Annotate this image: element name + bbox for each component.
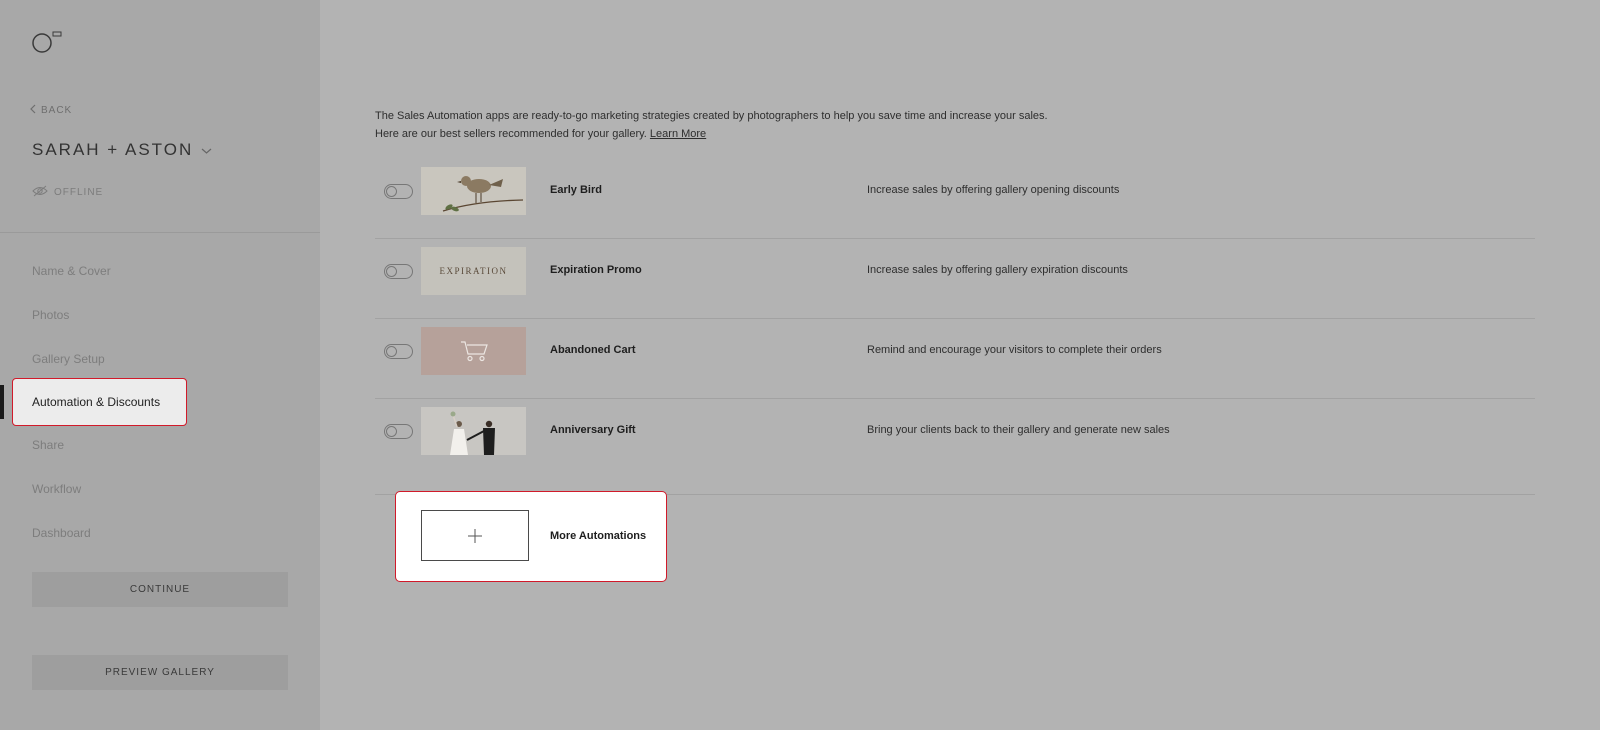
automation-toggle[interactable] — [384, 424, 413, 439]
automation-toggle[interactable] — [384, 344, 413, 359]
intro-text: The Sales Automation apps are ready-to-g… — [375, 107, 1048, 143]
automation-row: Early Bird Increase sales by offering ga… — [375, 159, 1535, 239]
eye-off-icon — [32, 185, 48, 200]
automation-description: Remind and encourage your visitors to co… — [867, 344, 1162, 356]
status-label: OFFLINE — [54, 187, 104, 198]
preview-gallery-button[interactable]: PREVIEW GALLERY — [32, 655, 288, 690]
learn-more-link[interactable]: Learn More — [650, 128, 706, 140]
chevron-left-icon — [29, 104, 37, 117]
automation-row: Anniversary Gift Bring your clients back… — [375, 399, 1535, 479]
automation-title: Expiration Promo — [550, 264, 642, 276]
bird-illustration — [421, 167, 526, 215]
thumbnail-text: EXPIRATION — [439, 266, 508, 276]
back-link[interactable]: BACK — [29, 104, 72, 117]
automation-description: Increase sales by offering gallery expir… — [867, 264, 1128, 276]
sidebar-item-workflow[interactable]: Workflow — [32, 482, 81, 496]
sidebar-item-dashboard[interactable]: Dashboard — [32, 526, 91, 540]
logo-icon[interactable] — [32, 30, 62, 54]
automation-title: Early Bird — [550, 184, 602, 196]
automation-title: Anniversary Gift — [550, 424, 636, 436]
cart-icon — [421, 327, 526, 375]
more-automations-label: More Automations — [550, 530, 647, 542]
gallery-title-dropdown[interactable]: SARAH + ASTON — [32, 140, 212, 160]
automation-row: Abandoned Cart Remind and encourage your… — [375, 319, 1535, 399]
automation-description: Increase sales by offering gallery openi… — [867, 184, 1120, 196]
automation-toggle[interactable] — [384, 184, 413, 199]
back-label: BACK — [41, 105, 73, 116]
sidebar-item-name-cover[interactable]: Name & Cover — [32, 264, 111, 278]
continue-button[interactable]: CONTINUE — [32, 572, 288, 607]
sidebar-item-automation-discounts[interactable]: Automation & Discounts — [12, 378, 187, 426]
automation-toggle[interactable] — [384, 264, 413, 279]
chevron-down-icon — [201, 140, 212, 160]
sidebar-divider — [0, 232, 320, 233]
sidebar-item-photos[interactable]: Photos — [32, 308, 69, 322]
sidebar-item-label: Automation & Discounts — [32, 395, 161, 409]
intro-line-1: The Sales Automation apps are ready-to-g… — [375, 110, 1048, 122]
intro-line-2: Here are our best sellers recommended fo… — [375, 128, 707, 140]
automation-title: Abandoned Cart — [550, 344, 636, 356]
couple-photo — [421, 407, 526, 455]
automation-description: Bring your clients back to their gallery… — [867, 424, 1170, 436]
expiration-thumbnail: EXPIRATION — [421, 247, 526, 295]
automation-row: EXPIRATION Expiration Promo Increase sal… — [375, 239, 1535, 319]
gallery-title: SARAH + ASTON — [32, 140, 194, 159]
plus-icon — [421, 510, 529, 561]
more-automations-button[interactable]: More Automations — [395, 491, 667, 582]
gallery-status: OFFLINE — [32, 185, 103, 200]
sidebar-item-gallery-setup[interactable]: Gallery Setup — [32, 352, 105, 366]
sidebar-item-share[interactable]: Share — [32, 438, 64, 452]
sidebar: BACK SARAH + ASTON OFFLINE Name & Cover … — [0, 0, 320, 730]
active-indicator — [0, 385, 4, 419]
